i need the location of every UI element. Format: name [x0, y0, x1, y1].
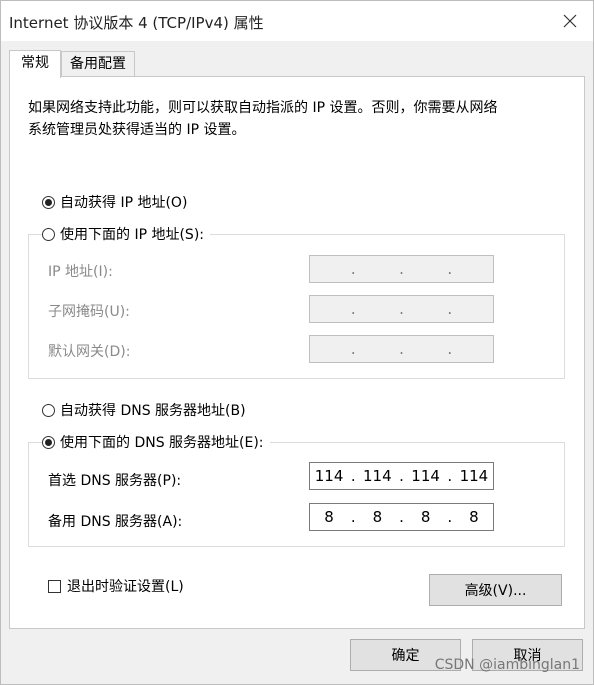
octet-dot: . [447, 340, 453, 358]
watermark: CSDN @iambinglan1 [434, 657, 580, 673]
close-button[interactable] [555, 7, 585, 35]
octet: 114 [411, 467, 440, 485]
description-line-2: 系统管理员处获得适当的 IP 设置。 [28, 122, 246, 138]
radio-auto-ip-label: 自动获得 IP 地址(O) [60, 195, 188, 211]
radio-selected-dot [45, 438, 52, 446]
octet-dot: . [447, 300, 453, 318]
octet-dot: . [350, 260, 356, 278]
advanced-button[interactable]: 高级(V)... [429, 574, 562, 606]
octet: 8 [420, 508, 431, 526]
dialog-window: Internet 协议版本 4 (TCP/IPv4) 属性 常规 备用配置 如果… [0, 0, 594, 685]
subnet-mask-field[interactable]: . . . [309, 295, 494, 323]
preferred-dns-label: 首选 DNS 服务器(P): [48, 473, 182, 489]
subnet-mask-label: 子网掩码(U): [48, 304, 130, 320]
octet-dot: . [447, 260, 453, 278]
radio-auto-dns[interactable]: 自动获得 DNS 服务器地址(B) [42, 400, 246, 420]
octet-dot: . [447, 508, 453, 526]
octet: 114 [459, 467, 489, 485]
radio-circle [42, 195, 55, 209]
octet: 8 [372, 508, 383, 526]
general-panel: 如果网络支持此功能，则可以获取自动指派的 IP 设置。否则，你需要从网络 系统管… [9, 76, 585, 629]
octet: 114 [314, 467, 344, 485]
radio-manual-ip-label: 使用下面的 IP 地址(S): [60, 227, 204, 243]
radio-manual-dns-label: 使用下面的 DNS 服务器地址(E): [60, 435, 264, 451]
radio-auto-ip[interactable]: 自动获得 IP 地址(O) [42, 192, 187, 212]
default-gateway-field[interactable]: . . . [309, 335, 494, 363]
octet-dot: . [350, 340, 356, 358]
octet-dot: . [350, 300, 356, 318]
description-line-1: 如果网络支持此功能，则可以获取自动指派的 IP 设置。否则，你需要从网络 [28, 100, 498, 116]
octet-dot: . [399, 467, 404, 485]
dns-groupbox [28, 442, 565, 547]
checkbox-box [48, 579, 61, 593]
octet-dot: . [350, 467, 356, 485]
validate-on-exit-label: 退出时验证设置(L) [67, 579, 184, 595]
default-gateway-label: 默认网关(D): [48, 344, 131, 360]
octet-dot: . [399, 340, 404, 358]
octet-dot: . [350, 508, 356, 526]
ip-address-label: IP 地址(I): [48, 264, 113, 280]
radio-auto-dns-label: 自动获得 DNS 服务器地址(B) [60, 403, 246, 419]
alternate-dns-field[interactable]: 8. 8. 8. 8 [309, 503, 494, 531]
octet-dot: . [399, 508, 404, 526]
octet: 8 [469, 508, 479, 526]
alternate-dns-label: 备用 DNS 服务器(A): [48, 514, 183, 530]
window-title: Internet 协议版本 4 (TCP/IPv4) 属性 [9, 14, 264, 32]
tab-general[interactable]: 常规 [9, 50, 61, 78]
octet-dot: . [399, 300, 404, 318]
octet-dot: . [447, 467, 453, 485]
tab-alternate-config[interactable]: 备用配置 [61, 51, 135, 76]
radio-circle [42, 435, 55, 449]
octet-dot: . [399, 260, 404, 278]
ip-address-field[interactable]: . . . [309, 255, 494, 283]
radio-selected-dot [45, 198, 52, 206]
radio-circle [42, 403, 55, 417]
octet: 114 [363, 467, 392, 485]
validate-on-exit-checkbox[interactable]: 退出时验证设置(L) [48, 576, 184, 596]
title-bar: Internet 协议版本 4 (TCP/IPv4) 属性 [1, 1, 593, 41]
description: 如果网络支持此功能，则可以获取自动指派的 IP 设置。否则，你需要从网络 系统管… [28, 97, 568, 141]
preferred-dns-field[interactable]: 114. 114. 114. 114 [309, 462, 494, 490]
radio-circle [42, 227, 55, 241]
close-icon [563, 14, 577, 28]
radio-manual-dns[interactable]: 使用下面的 DNS 服务器地址(E): [42, 432, 270, 452]
octet: 8 [324, 508, 334, 526]
radio-manual-ip[interactable]: 使用下面的 IP 地址(S): [42, 224, 210, 244]
